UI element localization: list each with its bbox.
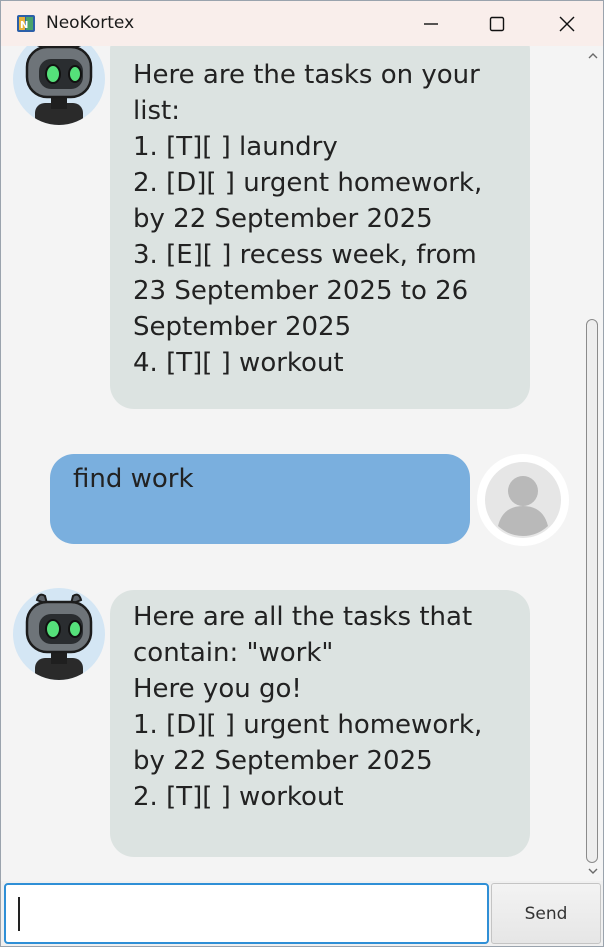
title-bar: N NeoKortex xyxy=(1,1,603,46)
bot-message-bubble: Here are the tasks on your list: 1. [T][… xyxy=(110,46,530,409)
user-avatar xyxy=(477,454,569,546)
close-button[interactable] xyxy=(533,1,601,46)
message-line: 2. [T][ ] workout xyxy=(133,782,344,812)
robot-avatar-icon xyxy=(25,593,93,680)
scrollbar-thumb[interactable] xyxy=(586,319,598,863)
minimize-button[interactable] xyxy=(397,1,465,46)
close-icon xyxy=(559,16,575,31)
svg-text:N: N xyxy=(20,20,28,31)
window-title: NeoKortex xyxy=(46,13,135,33)
message-line: 1. [T][ ] laundry xyxy=(133,132,338,162)
message-line: by 22 September 2025 xyxy=(133,746,433,776)
scroll-up-arrow-icon[interactable] xyxy=(586,50,600,62)
app-logo-icon: N xyxy=(17,15,35,32)
message-input[interactable] xyxy=(4,883,489,944)
message-line: 4. [T][ ] workout xyxy=(133,348,344,378)
vertical-scrollbar[interactable] xyxy=(583,46,603,881)
app-window: N NeoKortex Here are the tasks on your l… xyxy=(0,0,604,947)
maximize-icon xyxy=(489,16,505,31)
input-bar: Send xyxy=(1,881,603,946)
message-line: list: xyxy=(133,96,180,126)
robot-avatar-icon xyxy=(25,46,93,125)
message-line: by 22 September 2025 xyxy=(133,204,433,234)
message-line: 2. [D][ ] urgent homework, xyxy=(133,168,483,198)
scroll-down-arrow-icon[interactable] xyxy=(586,865,600,877)
message-line: 1. [D][ ] urgent homework, xyxy=(133,710,483,740)
maximize-button[interactable] xyxy=(463,1,531,46)
chat-area[interactable]: Here are the tasks on your list: 1. [T][… xyxy=(1,46,583,881)
bot-avatar xyxy=(13,588,105,680)
bot-avatar xyxy=(13,46,105,125)
send-button[interactable]: Send xyxy=(491,883,601,944)
message-line: September 2025 xyxy=(133,312,352,342)
message-line: Here you go! xyxy=(133,674,302,704)
user-silhouette-icon xyxy=(485,462,561,538)
message-line: Here are the tasks on your xyxy=(133,60,480,90)
minimize-icon xyxy=(424,22,438,25)
text-caret xyxy=(18,897,20,931)
message-line: find work xyxy=(73,464,194,494)
message-line: 3. [E][ ] recess week, from xyxy=(133,240,477,270)
bot-message-bubble: Here are all the tasks that contain: "wo… xyxy=(110,590,530,857)
message-line: Here are all the tasks that xyxy=(133,602,473,632)
message-line: 23 September 2025 to 26 xyxy=(133,276,469,306)
message-line: contain: "work" xyxy=(133,638,334,668)
user-message-bubble: find work xyxy=(50,454,470,544)
